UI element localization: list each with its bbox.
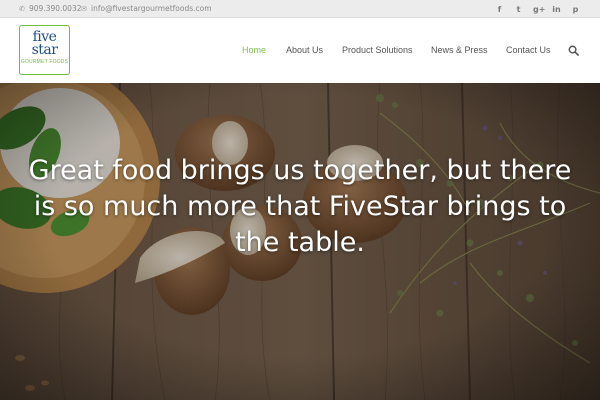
google-plus-icon[interactable]: g+ xyxy=(533,5,545,14)
phone-number: 909.390.0032 xyxy=(29,4,82,13)
email-contact[interactable]: ✉ info@fivestargourmetfoods.com xyxy=(80,0,212,18)
twitter-icon[interactable]: t xyxy=(514,5,523,14)
site-logo[interactable]: five star GOURMET FOODS xyxy=(19,25,70,75)
search-icon[interactable] xyxy=(568,45,579,56)
site-header: five star GOURMET FOODS Home About Us Pr… xyxy=(0,18,600,83)
hero-banner: Great food brings us together, but there… xyxy=(0,83,600,400)
facebook-icon[interactable]: f xyxy=(495,5,504,14)
top-bar: ✆ 909.390.0032 ✉ info@fivestargourmetfoods… xyxy=(0,0,600,18)
pinterest-icon[interactable]: p xyxy=(571,5,580,14)
nav-item-about[interactable]: About Us xyxy=(286,18,323,83)
phone-icon: ✆ xyxy=(19,5,25,13)
email-address: info@fivestargourmetfoods.com xyxy=(91,4,212,13)
nav-item-news[interactable]: News & Press xyxy=(431,18,488,83)
nav-item-contact[interactable]: Contact Us xyxy=(506,18,551,83)
envelope-icon: ✉ xyxy=(81,5,87,13)
nav-item-products[interactable]: Product Solutions xyxy=(342,18,413,83)
phone-contact[interactable]: ✆ 909.390.0032 xyxy=(18,0,82,18)
social-links: f t g+ in p xyxy=(495,0,580,18)
linkedin-icon[interactable]: in xyxy=(552,5,561,14)
logo-word-star: star xyxy=(31,42,58,58)
nav-item-home[interactable]: Home xyxy=(242,18,266,83)
hero-headline: Great food brings us together, but there… xyxy=(28,155,572,258)
logo-tagline: GOURMET FOODS xyxy=(20,59,69,65)
